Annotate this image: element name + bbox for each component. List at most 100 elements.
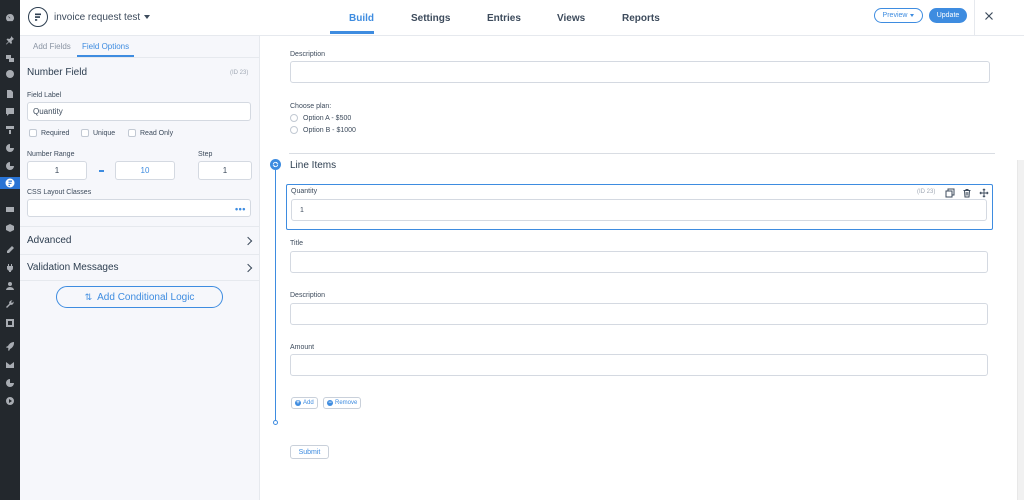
advanced-accordion[interactable]: Advanced: [27, 235, 71, 246]
analytics-icon[interactable]: [4, 377, 16, 389]
title-field[interactable]: [290, 251, 988, 273]
range-min-input[interactable]: 1: [27, 161, 87, 180]
css-classes-label: CSS Layout Classes: [27, 189, 92, 196]
media-icon[interactable]: [4, 52, 16, 64]
chart-pie-icon[interactable]: [4, 142, 16, 154]
remove-row-button[interactable]: − Remove: [323, 397, 362, 409]
field-id: (ID 23): [230, 70, 249, 76]
duplicate-icon[interactable]: [945, 188, 955, 198]
stats-icon[interactable]: [4, 160, 16, 172]
field-label-input[interactable]: Quantity: [27, 102, 251, 121]
required-checkbox[interactable]: [29, 129, 37, 137]
comments-icon[interactable]: [4, 106, 16, 118]
required-label: Required: [41, 130, 70, 137]
repeater-icon[interactable]: [270, 159, 281, 170]
option-b-radio[interactable]: [290, 126, 298, 134]
plugins-icon[interactable]: [4, 262, 16, 274]
formidable-icon[interactable]: [0, 177, 23, 189]
unique-label: Unique: [93, 130, 116, 137]
tab-add-fields[interactable]: Add Fields: [33, 42, 71, 51]
option-a-radio[interactable]: [290, 114, 298, 122]
tab-settings[interactable]: Settings: [411, 13, 450, 24]
settings-icon[interactable]: [4, 317, 16, 329]
add-row-button[interactable]: + Add: [291, 397, 318, 409]
products-icon[interactable]: [4, 222, 16, 234]
mail-icon[interactable]: [4, 359, 16, 371]
tab-reports[interactable]: Reports: [622, 13, 660, 24]
amount-label: Amount: [290, 344, 315, 351]
rocket-icon[interactable]: [4, 340, 16, 352]
css-classes-input[interactable]: [27, 199, 251, 217]
option-b-label: Option B - $1000: [303, 127, 356, 134]
active-tab-indicator: [330, 31, 374, 34]
forms-icon[interactable]: [4, 68, 16, 80]
selected-field-id: (ID 23): [917, 189, 936, 195]
play-icon[interactable]: [4, 395, 16, 407]
move-icon[interactable]: [979, 188, 989, 198]
update-button[interactable]: Update: [929, 8, 967, 23]
dashboard-icon[interactable]: [4, 12, 16, 24]
tab-field-options[interactable]: Field Options: [82, 42, 129, 51]
title-label: Title: [290, 240, 303, 247]
minus-icon: −: [327, 400, 333, 406]
preview-button[interactable]: Preview: [874, 8, 923, 23]
tab-entries[interactable]: Entries: [487, 13, 521, 24]
tab-build[interactable]: Build: [349, 13, 374, 24]
conditional-logic-label: Add Conditional Logic: [97, 291, 195, 303]
canvas-scrollbar[interactable]: [1017, 160, 1024, 500]
divider: [20, 280, 260, 281]
field-type-title: Number Field: [27, 67, 88, 78]
section-title: Line Items: [290, 160, 337, 171]
add-conditional-logic-button[interactable]: ⇅ Add Conditional Logic: [56, 286, 223, 308]
pages-icon[interactable]: [4, 88, 16, 100]
step-input[interactable]: 1: [198, 161, 252, 180]
range-max-input[interactable]: 10: [115, 161, 175, 180]
preview-label: Preview: [882, 12, 908, 19]
form-title-text: invoice request test: [54, 12, 141, 23]
add-label: Add: [303, 400, 314, 406]
trash-icon[interactable]: [962, 188, 972, 198]
wp-admin-sidebar: [0, 0, 23, 500]
chevron-down-icon: [144, 15, 151, 20]
line-description-field[interactable]: [290, 303, 988, 325]
range-separator: [99, 170, 104, 172]
form-title-dropdown[interactable]: invoice request test: [54, 12, 151, 23]
tab-views[interactable]: Views: [557, 13, 585, 24]
quantity-label: Quantity: [291, 188, 318, 195]
read-only-label: Read Only: [140, 130, 174, 137]
section-divider: [289, 153, 995, 154]
divider: [20, 226, 260, 227]
validation-messages-accordion[interactable]: Validation Messages: [27, 262, 119, 273]
woo-icon[interactable]: [4, 204, 16, 216]
tools-icon[interactable]: [4, 298, 16, 310]
step-label: Step: [198, 151, 213, 158]
divider: [20, 254, 260, 255]
option-a-label: Option A - $500: [303, 115, 352, 122]
description-label: Description: [290, 51, 326, 58]
users-icon[interactable]: [4, 280, 16, 292]
choose-plan-label: Choose plan:: [290, 103, 332, 110]
more-options-icon[interactable]: •••: [235, 204, 246, 214]
appearance-icon[interactable]: [4, 244, 16, 256]
number-range-label: Number Range: [27, 151, 75, 158]
field-label-label: Field Label: [27, 92, 62, 99]
section-end-marker: [273, 420, 278, 425]
chevron-right-icon[interactable]: [243, 236, 253, 246]
remove-label: Remove: [335, 400, 358, 406]
chevron-right-icon[interactable]: [243, 263, 253, 273]
conditional-logic-icon: ⇅: [84, 291, 93, 302]
submit-button[interactable]: Submit: [290, 445, 329, 459]
feedback-icon[interactable]: [4, 124, 16, 136]
formidable-logo-icon[interactable]: [28, 7, 48, 27]
pin-icon[interactable]: [4, 34, 16, 46]
amount-field[interactable]: [290, 354, 988, 376]
unique-checkbox[interactable]: [81, 129, 89, 137]
quantity-input[interactable]: 1: [291, 199, 987, 221]
builder-header: invoice request test: [20, 0, 1024, 36]
field-options-panel: Add Fields Field Options Number Field (I…: [20, 36, 260, 500]
close-icon[interactable]: [982, 9, 996, 23]
read-only-checkbox[interactable]: [128, 129, 136, 137]
header-divider: [974, 0, 975, 36]
description-label: Description: [290, 292, 326, 299]
description-field[interactable]: [290, 61, 990, 83]
